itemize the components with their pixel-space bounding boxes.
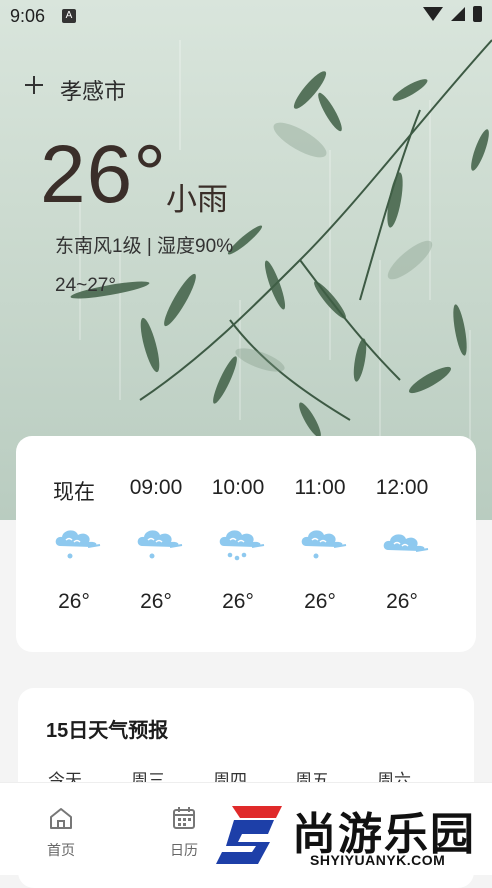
cloud-rain-icon [55, 530, 101, 559]
hour-temperature: 26° [304, 590, 336, 613]
city-name[interactable]: 孝感市 [60, 74, 126, 106]
wifi-icon [423, 7, 443, 21]
status-time: 9:06 [10, 6, 46, 26]
hourly-forecast-card: 现在 26° 09:00 26° 10:00 26° 11:00 26° 12:… [16, 436, 476, 652]
watermark-logo [216, 806, 282, 864]
temperature-range: 24~27° [55, 275, 116, 296]
wind-humidity: 东南风1级 | 湿度90% [55, 236, 234, 257]
calendar-icon [173, 807, 195, 829]
home-icon [50, 808, 72, 829]
hour-time: 11:00 [294, 476, 346, 499]
signal-icon [451, 7, 465, 21]
hour-time: 09:00 [129, 476, 183, 499]
cloud-rain-heavy-icon [219, 530, 265, 561]
nav-calendar-label: 日历 [170, 842, 198, 858]
current-temperature: 26° [40, 129, 168, 220]
nav-calendar[interactable]: 日历 [154, 805, 214, 860]
watermark-url: SHYIYUANYK.COM [310, 852, 446, 868]
battery-icon [473, 6, 482, 22]
nav-home-label: 首页 [47, 842, 75, 858]
hour-temperature: 26° [140, 590, 172, 613]
watermark: 尚游乐园 SHYIYUANYK.COM [210, 796, 492, 874]
hour-temperature: 26° [386, 590, 418, 613]
status-bar: 9:06 A [0, 0, 492, 34]
current-condition: 小雨 [166, 182, 228, 217]
nav-home[interactable]: 首页 [31, 805, 91, 860]
hour-temperature: 26° [222, 590, 254, 613]
hour-time: 10:00 [211, 476, 265, 499]
status-icons [423, 6, 482, 22]
hour-time: 12:00 [375, 476, 429, 499]
cloud-rain-icon [301, 530, 347, 559]
hour-temperature: 26° [58, 590, 90, 613]
hour-time: 现在 [53, 481, 95, 504]
cloud-rain-icon [137, 530, 183, 559]
cloud-icon [383, 534, 429, 552]
notification-a-icon: A [62, 9, 76, 23]
plus-icon[interactable] [23, 74, 45, 96]
forecast-title: 15日天气预报 [46, 720, 169, 742]
